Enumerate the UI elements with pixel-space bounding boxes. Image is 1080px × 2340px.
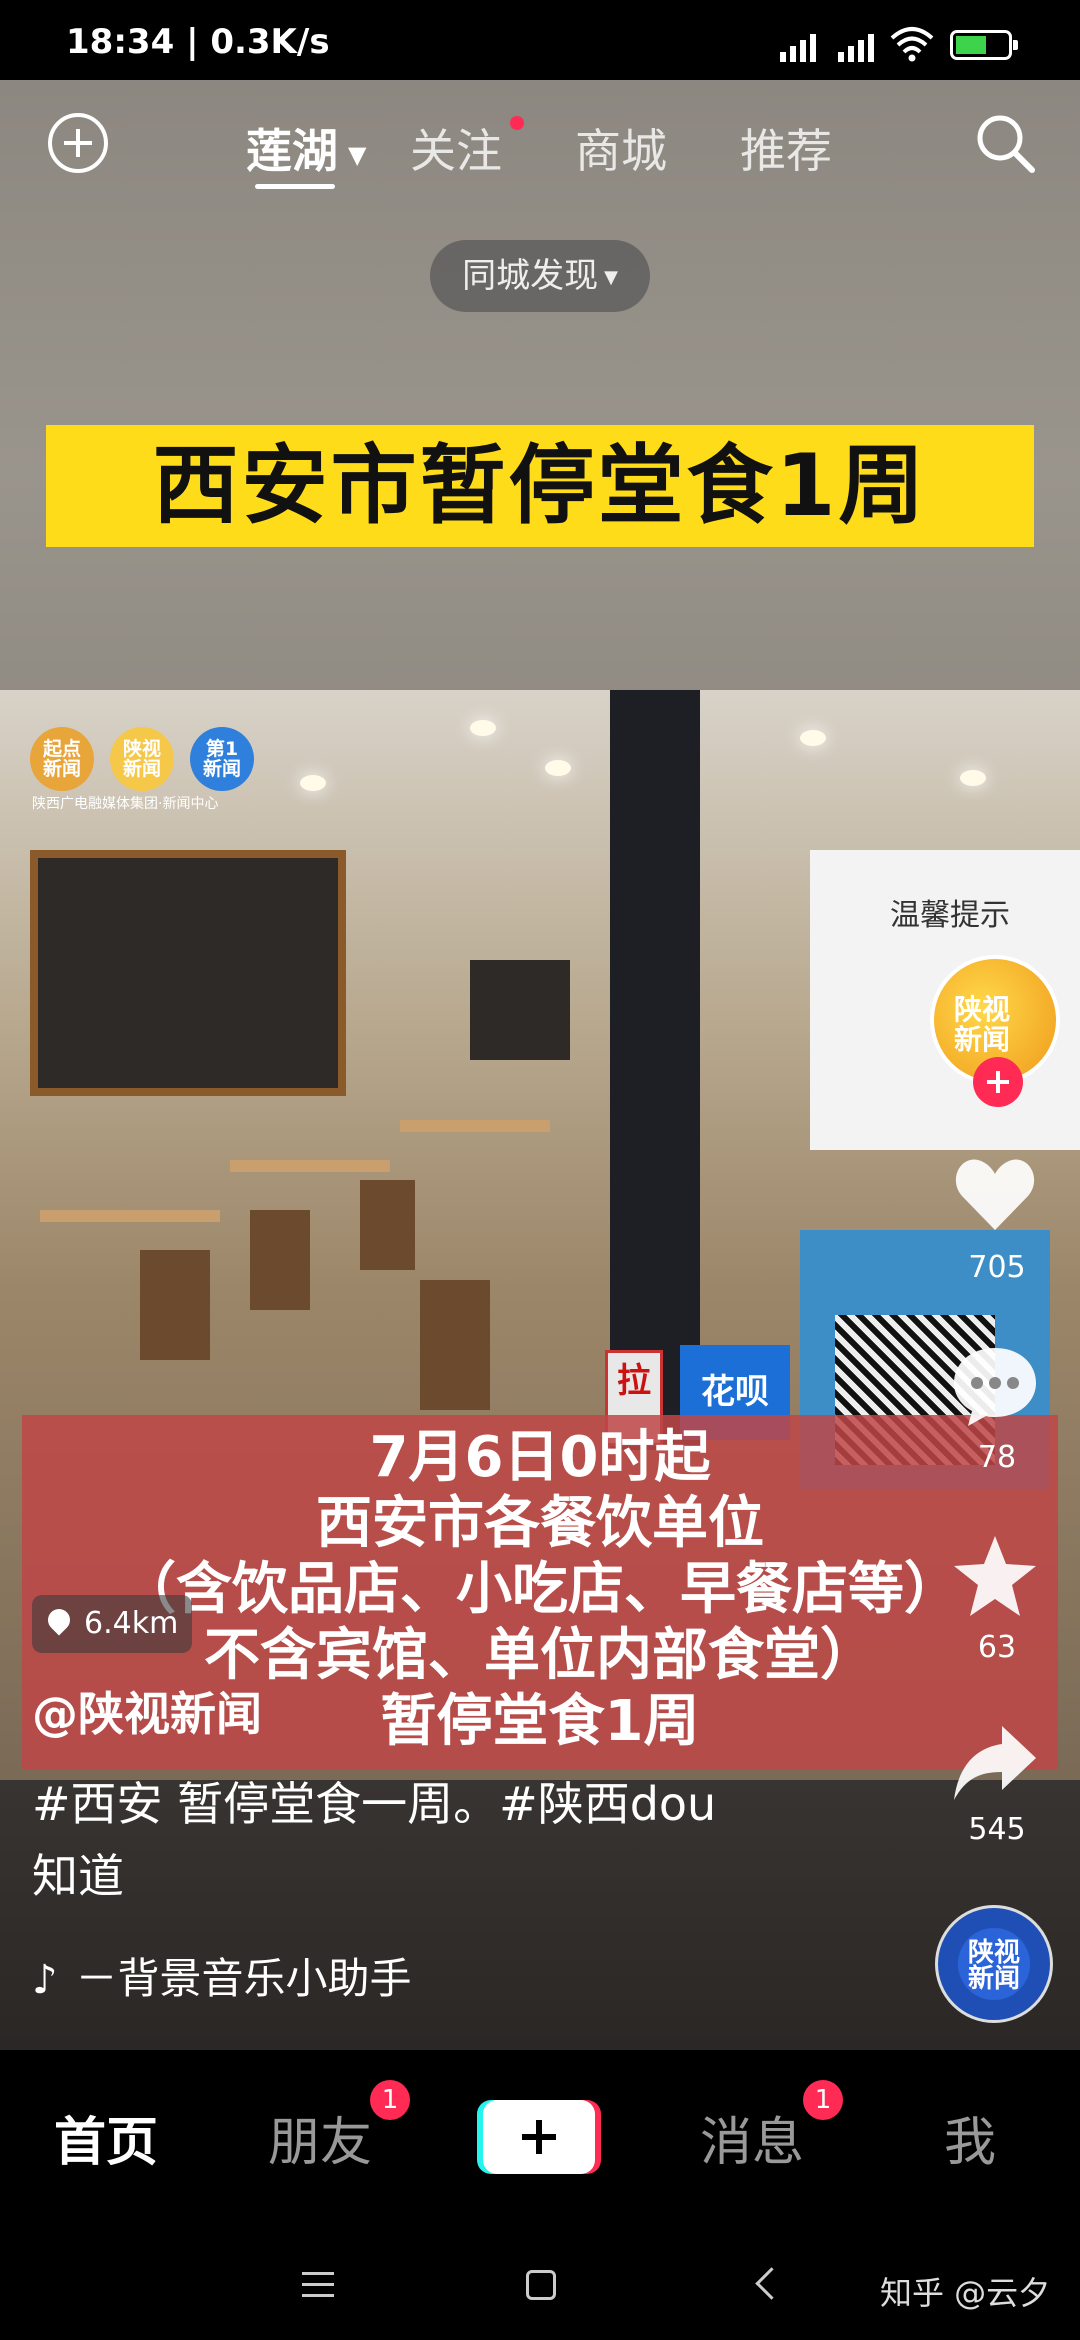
- menu-icon[interactable]: [302, 2272, 334, 2305]
- like-count: 705: [968, 1250, 1026, 1285]
- battery-level: [956, 36, 986, 54]
- nav-friends[interactable]: 朋友: [268, 2100, 372, 2175]
- distance-badge[interactable]: 6.4km: [32, 1595, 192, 1653]
- chevron-down-icon: ▼: [348, 140, 367, 169]
- wall-menu-board: [30, 850, 346, 1096]
- chair: [140, 1250, 210, 1360]
- status-time: 18:34 | 0.3K/s: [66, 22, 330, 62]
- tab-location[interactable]: 莲湖 ▼: [246, 115, 366, 181]
- nearby-filter-chip[interactable]: 同城发现 ▼: [430, 240, 650, 312]
- tab-recommend[interactable]: 推荐: [740, 115, 832, 181]
- follow-plus-icon[interactable]: [973, 1057, 1023, 1107]
- system-nav: 知乎 @云夕: [0, 2220, 1080, 2340]
- wall-board-2: [470, 960, 570, 1060]
- news-logo-3: 第1 新闻: [190, 727, 254, 791]
- signal-icon-2: [838, 28, 874, 62]
- video-description[interactable]: #西安 暂停堂食一周。#陕西dou知道: [32, 1768, 752, 1912]
- music-disc[interactable]: 陕视 新闻: [935, 1905, 1053, 2023]
- status-bar: 18:34 | 0.3K/s: [0, 0, 1080, 80]
- table: [40, 1210, 220, 1222]
- nav-me[interactable]: 我: [944, 2100, 996, 2175]
- create-button[interactable]: [483, 2100, 595, 2174]
- pillar: [610, 690, 700, 1450]
- news-logo-1: 起点 新闻: [30, 727, 94, 791]
- comment-count: 78: [977, 1440, 1017, 1475]
- news-logo-2: 陕视 新闻: [110, 727, 174, 791]
- author-name[interactable]: @陕视新闻: [32, 1678, 262, 1744]
- wifi-icon: [890, 27, 934, 62]
- comment-icon[interactable]: [950, 1340, 1040, 1430]
- headline-banner: 西安市暂停堂食1周: [46, 425, 1034, 547]
- heart-icon[interactable]: [950, 1150, 1040, 1240]
- messages-badge: 1: [803, 2080, 843, 2120]
- tab-following[interactable]: 关注: [410, 115, 502, 181]
- tab-underline: [255, 184, 335, 189]
- music-note-icon: ♪: [32, 1957, 58, 2003]
- nav-home[interactable]: 首页: [54, 2100, 158, 2175]
- friends-badge: 1: [370, 2080, 410, 2120]
- battery-icon: [950, 30, 1018, 60]
- signal-icon: [780, 28, 816, 62]
- caption-line: 7月6日0时起: [369, 1425, 711, 1490]
- bottom-nav: 首页 朋友 1 消息 1 我: [0, 2050, 1080, 2220]
- chair: [250, 1210, 310, 1310]
- favorite-count: 63: [977, 1630, 1017, 1665]
- nav-messages[interactable]: 消息: [700, 2100, 804, 2175]
- headline-text: 西安市暂停堂食1周: [152, 436, 928, 536]
- home-icon[interactable]: [526, 2270, 556, 2300]
- chair: [360, 1180, 415, 1270]
- table: [400, 1120, 550, 1132]
- notice-title: 温馨提示: [890, 898, 1010, 933]
- top-nav: 莲湖 ▼ 关注 商城 推荐: [0, 80, 1080, 210]
- chair: [420, 1280, 490, 1410]
- table: [230, 1160, 390, 1172]
- share-icon[interactable]: [950, 1720, 1040, 1810]
- logo-caption: 陕西广电融媒体集团·新闻中心: [32, 796, 219, 812]
- music-info[interactable]: ♪ －背景音乐小助手: [32, 1945, 412, 2006]
- location-pin-icon: [43, 1604, 75, 1636]
- watermark: 知乎 @云夕: [880, 2274, 1051, 2312]
- caption-line: 西安市各餐饮单位: [316, 1491, 764, 1556]
- back-icon[interactable]: [755, 2267, 788, 2300]
- notification-dot: [510, 116, 524, 130]
- search-icon[interactable]: [972, 110, 1038, 176]
- star-icon[interactable]: [950, 1532, 1040, 1622]
- share-count: 545: [968, 1812, 1026, 1847]
- chevron-down-icon: ▼: [604, 266, 618, 288]
- add-circle-icon[interactable]: [48, 113, 108, 173]
- tab-mall[interactable]: 商城: [575, 115, 667, 181]
